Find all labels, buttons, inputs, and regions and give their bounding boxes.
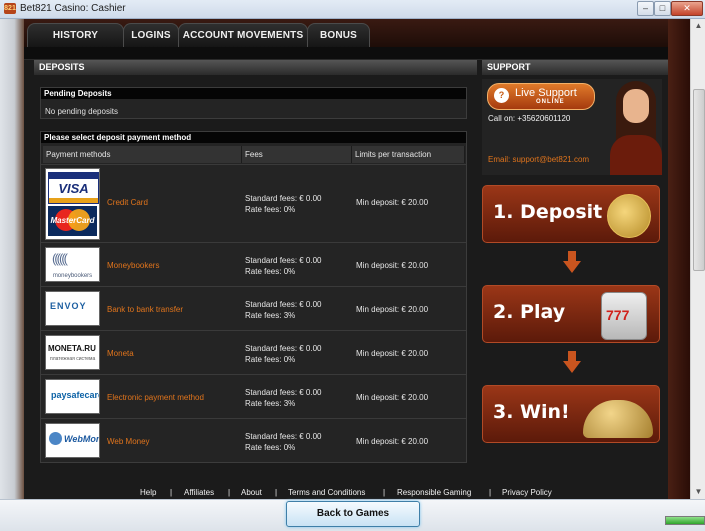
step-arrow-stem bbox=[568, 351, 576, 361]
chat-icon: ? bbox=[494, 88, 509, 103]
tab-bar: HISTORY LOGINS ACCOUNT MOVEMENTS BONUS bbox=[24, 19, 668, 48]
payment-methods-panel: Please select deposit payment method Pay… bbox=[40, 131, 467, 463]
vertical-scrollbar[interactable]: ▲ ▼ bbox=[690, 19, 705, 499]
payment-row-bank-transfer[interactable]: ENVOY Bank to bank transfer Standard fee… bbox=[41, 286, 466, 330]
loading-progress-bar bbox=[665, 516, 705, 525]
moneybookers-logo-icon: (((((( moneybookers bbox=[45, 247, 100, 282]
payment-row-webmoney[interactable]: WebMoney Web Money Standard fees: € 0.00… bbox=[41, 418, 466, 462]
footer-link-affiliates[interactable]: Affiliates bbox=[184, 486, 214, 499]
visa-logo-icon: VISA bbox=[48, 172, 99, 204]
footer-links: Help | Affiliates | About | Terms and Co… bbox=[24, 486, 668, 499]
payment-method-name[interactable]: Bank to bank transfer bbox=[107, 305, 183, 314]
column-header-methods: Payment methods bbox=[43, 146, 242, 163]
payment-method-name[interactable]: Moneybookers bbox=[107, 261, 159, 270]
payment-fees: Standard fees: € 0.00 Rate fees: 3% bbox=[245, 300, 322, 320]
payment-limit: Min deposit: € 20.00 bbox=[356, 198, 429, 207]
support-header: SUPPORT bbox=[482, 60, 668, 75]
scroll-down-arrow-icon[interactable]: ▼ bbox=[691, 485, 705, 499]
payment-row-moneta[interactable]: MONETA.RU платежная система Moneta Stand… bbox=[41, 330, 466, 374]
paysafecard-logo-icon: paysafecard bbox=[45, 379, 100, 414]
live-support-button[interactable]: ? Live Support ONLINE bbox=[487, 83, 595, 110]
footer-separator: | bbox=[383, 488, 386, 497]
header-stripe bbox=[24, 47, 668, 60]
coin-icon bbox=[607, 194, 651, 238]
down-arrow-icon bbox=[563, 361, 581, 373]
footer-link-responsible-gaming[interactable]: Responsible Gaming bbox=[397, 486, 471, 499]
support-agent-image bbox=[610, 79, 662, 175]
footer-link-terms[interactable]: Terms and Conditions bbox=[288, 486, 365, 499]
maximize-button[interactable]: □ bbox=[654, 1, 671, 16]
minimize-button[interactable]: – bbox=[637, 1, 654, 16]
app-icon: 821 bbox=[4, 3, 16, 14]
payment-method-name[interactable]: Electronic payment method bbox=[107, 393, 204, 402]
payment-limit: Min deposit: € 20.00 bbox=[356, 349, 429, 358]
down-arrow-icon bbox=[563, 261, 581, 273]
coin-pile-icon bbox=[583, 400, 653, 438]
close-button[interactable]: ✕ bbox=[671, 1, 703, 16]
payment-method-name[interactable]: Credit Card bbox=[107, 198, 148, 207]
footer-separator: | bbox=[170, 488, 173, 497]
envoy-logo-icon: ENVOY bbox=[45, 291, 100, 326]
step-win-banner: 3. Win! bbox=[482, 385, 660, 443]
step-deposit-banner: 1. Deposit bbox=[482, 185, 660, 243]
credit-card-logo-icon: VISA MasterCard bbox=[45, 168, 100, 240]
payment-methods-title: Please select deposit payment method bbox=[41, 132, 466, 143]
payment-limit: Min deposit: € 20.00 bbox=[356, 437, 429, 446]
footer-separator: | bbox=[489, 488, 492, 497]
footer-link-privacy[interactable]: Privacy Policy bbox=[502, 486, 552, 499]
payment-method-name[interactable]: Moneta bbox=[107, 349, 134, 358]
window-frame-left bbox=[0, 19, 24, 499]
mastercard-logo-icon: MasterCard bbox=[48, 206, 97, 236]
footer-link-about[interactable]: About bbox=[241, 486, 262, 499]
payment-row-electronic[interactable]: paysafecard Electronic payment method St… bbox=[41, 374, 466, 418]
support-phone: Call on: +35620601120 bbox=[488, 114, 571, 123]
payment-row-moneybookers[interactable]: (((((( moneybookers Moneybookers Standar… bbox=[41, 242, 466, 286]
deposits-header: DEPOSITS bbox=[34, 60, 477, 75]
tab-history[interactable]: HISTORY bbox=[27, 23, 124, 48]
column-header-fees: Fees bbox=[242, 146, 352, 163]
tab-account-movements[interactable]: ACCOUNT MOVEMENTS bbox=[178, 23, 308, 48]
moneta-logo-icon: MONETA.RU платежная система bbox=[45, 335, 100, 370]
slot-machine-icon: 777 bbox=[601, 292, 647, 340]
scroll-thumb[interactable] bbox=[693, 89, 705, 271]
window-frame-right bbox=[668, 19, 690, 499]
footer-separator: | bbox=[228, 488, 231, 497]
tab-logins[interactable]: LOGINS bbox=[123, 23, 179, 48]
payment-limit: Min deposit: € 20.00 bbox=[356, 393, 429, 402]
payment-limit: Min deposit: € 20.00 bbox=[356, 261, 429, 270]
column-header-limits: Limits per transaction bbox=[352, 146, 465, 163]
payment-row-credit-card[interactable]: VISA MasterCard Credit Card Standard fee… bbox=[41, 164, 466, 242]
support-email[interactable]: Email: support@bet821.com bbox=[488, 155, 589, 164]
step-play-banner: 2. Play 777 bbox=[482, 285, 660, 343]
payment-limit: Min deposit: € 20.00 bbox=[356, 305, 429, 314]
tab-bonus[interactable]: BONUS bbox=[307, 23, 370, 48]
footer-separator: | bbox=[275, 488, 278, 497]
scroll-up-arrow-icon[interactable]: ▲ bbox=[691, 19, 705, 33]
payment-fees: Standard fees: € 0.00 Rate fees: 0% bbox=[245, 194, 322, 214]
window-title: Bet821 Casino: Cashier bbox=[20, 3, 126, 14]
footer-link-help[interactable]: Help bbox=[140, 486, 156, 499]
pending-deposits-text: No pending deposits bbox=[45, 107, 118, 116]
payment-fees: Standard fees: € 0.00 Rate fees: 3% bbox=[245, 388, 322, 408]
payment-method-name[interactable]: Web Money bbox=[107, 437, 150, 446]
step-arrow-stem bbox=[568, 251, 576, 261]
pending-deposits-title: Pending Deposits bbox=[41, 88, 466, 99]
cashier-content: HISTORY LOGINS ACCOUNT MOVEMENTS BONUS D… bbox=[24, 19, 668, 499]
pending-deposits-panel: Pending Deposits No pending deposits bbox=[40, 87, 467, 119]
payment-fees: Standard fees: € 0.00 Rate fees: 0% bbox=[245, 344, 322, 364]
support-panel: ? Live Support ONLINE Call on: +35620601… bbox=[482, 79, 662, 175]
payment-fees: Standard fees: € 0.00 Rate fees: 0% bbox=[245, 256, 322, 276]
back-to-games-button[interactable]: Back to Games bbox=[286, 501, 420, 527]
window-titlebar: 821 Bet821 Casino: Cashier – □ ✕ bbox=[0, 0, 705, 19]
bottom-bar: Back to Games bbox=[0, 499, 705, 531]
webmoney-logo-icon: WebMoney bbox=[45, 423, 100, 458]
payment-fees: Standard fees: € 0.00 Rate fees: 0% bbox=[245, 432, 322, 452]
